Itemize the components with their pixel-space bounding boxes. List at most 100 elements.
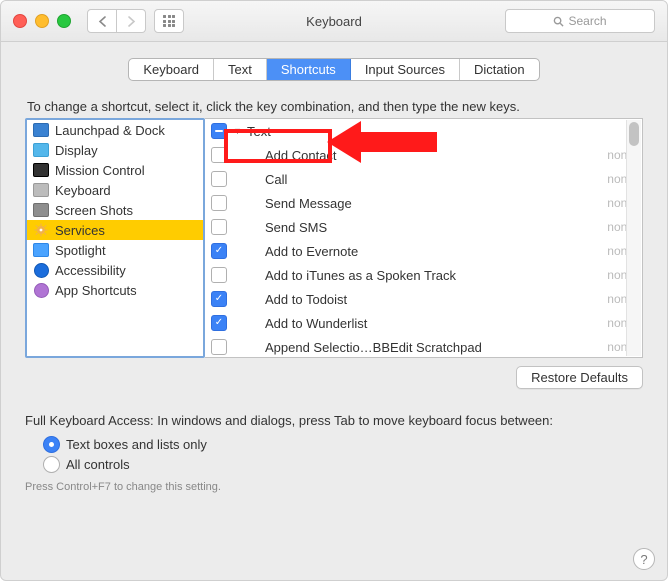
radio-text-boxes-only[interactable]: Text boxes and lists only: [43, 436, 643, 453]
category-list[interactable]: Launchpad & Dock Display Mission Control Ke…: [25, 118, 205, 358]
footer: Full Keyboard Access: In windows and dia…: [25, 413, 643, 493]
checkbox[interactable]: [211, 267, 227, 283]
category-label: Mission Control: [55, 163, 145, 178]
radio-icon: [43, 436, 60, 453]
checkbox-mixed[interactable]: [211, 123, 227, 139]
category-label: Screen Shots: [55, 203, 133, 218]
close-icon[interactable]: [13, 14, 27, 28]
shortcut-row[interactable]: Add to Todoistnone: [205, 287, 642, 311]
category-screen-shots[interactable]: Screen Shots: [27, 200, 203, 220]
shortcut-row[interactable]: Add to iTunes as a Spoken Tracknone: [205, 263, 642, 287]
shortcut-label: Send SMS: [265, 220, 590, 235]
shortcut-row[interactable]: Callnone: [205, 167, 642, 191]
checkbox[interactable]: [211, 339, 227, 355]
shortcut-label: Append Selectio…BBEdit Scratchpad: [265, 340, 590, 355]
shortcut-row[interactable]: Append Selectio…BBEdit Scratchpadnone: [205, 335, 642, 357]
shortcut-label: Add to Todoist: [265, 292, 590, 307]
category-keyboard[interactable]: Keyboard: [27, 180, 203, 200]
gear-icon: [33, 222, 49, 238]
category-label: Keyboard: [55, 183, 111, 198]
shortcut-label: Add to Evernote: [265, 244, 590, 259]
category-label: App Shortcuts: [55, 283, 137, 298]
tab-segmented-control: KeyboardTextShortcutsInput SourcesDictat…: [128, 58, 539, 81]
shortcut-label: Add to Wunderlist: [265, 316, 590, 331]
help-button[interactable]: ?: [633, 548, 655, 570]
shortcut-row[interactable]: Add Contactnone: [205, 143, 642, 167]
instruction-text: To change a shortcut, select it, click t…: [27, 99, 641, 114]
checkbox[interactable]: [211, 315, 227, 331]
tab-dictation[interactable]: Dictation: [460, 59, 539, 80]
shortcut-row[interactable]: Send Messagenone: [205, 191, 642, 215]
category-icon: [33, 242, 49, 258]
checkbox[interactable]: [211, 147, 227, 163]
tab-bar: KeyboardTextShortcutsInput SourcesDictat…: [1, 42, 667, 89]
category-icon: [33, 162, 49, 178]
category-icon: [33, 262, 49, 278]
category-icon: [33, 202, 49, 218]
checkbox[interactable]: [211, 219, 227, 235]
minimize-icon[interactable]: [35, 14, 49, 28]
category-accessibility[interactable]: Accessibility: [27, 260, 203, 280]
category-services[interactable]: Services: [27, 220, 203, 240]
checkbox[interactable]: [211, 291, 227, 307]
scrollbar-thumb[interactable]: [629, 122, 639, 146]
tab-shortcuts[interactable]: Shortcuts: [267, 59, 351, 80]
content-area: To change a shortcut, select it, click t…: [1, 89, 667, 501]
shortcut-label: Add to iTunes as a Spoken Track: [265, 268, 590, 283]
tab-input-sources[interactable]: Input Sources: [351, 59, 460, 80]
preferences-window: Keyboard Search KeyboardTextShortcutsInp…: [0, 0, 668, 581]
shortcut-label: Send Message: [265, 196, 590, 211]
shortcut-label: Call: [265, 172, 590, 187]
full-keyboard-access-label: Full Keyboard Access: In windows and dia…: [25, 413, 643, 428]
category-icon: [33, 142, 49, 158]
restore-defaults-button[interactable]: Restore Defaults: [516, 366, 643, 389]
panes: Launchpad & Dock Display Mission Control Ke…: [25, 118, 643, 358]
group-row-text[interactable]: ▼ Text: [205, 119, 642, 143]
search-placeholder: Search: [568, 14, 606, 28]
category-label: Display: [55, 143, 98, 158]
checkbox[interactable]: [211, 171, 227, 187]
radio-icon: [43, 456, 60, 473]
zoom-icon[interactable]: [57, 14, 71, 28]
nav-buttons: [87, 9, 146, 33]
shortcut-label: Add Contact: [265, 148, 590, 163]
category-spotlight[interactable]: Spotlight: [27, 240, 203, 260]
scrollbar[interactable]: [626, 120, 641, 356]
category-icon: [33, 122, 49, 138]
chevron-left-icon: [98, 16, 107, 27]
back-button[interactable]: [87, 9, 117, 33]
checkbox[interactable]: [211, 195, 227, 211]
category-label: Services: [55, 223, 105, 238]
radio-all-controls[interactable]: All controls: [43, 456, 643, 473]
category-label: Spotlight: [55, 243, 106, 258]
category-label: Launchpad & Dock: [55, 123, 165, 138]
shortcut-row[interactable]: Add to Wunderlistnone: [205, 311, 642, 335]
checkbox[interactable]: [211, 243, 227, 259]
category-app-shortcuts[interactable]: App Shortcuts: [27, 280, 203, 300]
group-label: Text: [247, 124, 634, 139]
category-label: Accessibility: [55, 263, 126, 278]
chevron-right-icon: [127, 16, 136, 27]
disclosure-triangle-icon[interactable]: ▼: [233, 126, 243, 136]
category-launchpad-dock[interactable]: Launchpad & Dock: [27, 120, 203, 140]
window-controls: [1, 14, 71, 28]
radio-label: Text boxes and lists only: [66, 437, 207, 452]
grid-icon: [163, 15, 175, 27]
hint-text: Press Control+F7 to change this setting.: [25, 481, 643, 493]
forward-button[interactable]: [117, 9, 146, 33]
radio-label: All controls: [66, 457, 130, 472]
tab-keyboard[interactable]: Keyboard: [129, 59, 214, 80]
category-icon: [33, 182, 49, 198]
titlebar: Keyboard Search: [1, 1, 667, 42]
shortcut-row[interactable]: Add to Evernotenone: [205, 239, 642, 263]
shortcut-list[interactable]: ▼TextAdd ContactnoneCallnoneSend Message…: [205, 118, 643, 358]
radio-group: Text boxes and lists only All controls: [43, 436, 643, 473]
category-icon: [33, 282, 49, 298]
tab-text[interactable]: Text: [214, 59, 267, 80]
category-display[interactable]: Display: [27, 140, 203, 160]
restore-row: Restore Defaults: [25, 366, 643, 389]
shortcut-row[interactable]: Send SMSnone: [205, 215, 642, 239]
category-mission-control[interactable]: Mission Control: [27, 160, 203, 180]
search-field[interactable]: Search: [505, 9, 655, 33]
show-all-button[interactable]: [154, 9, 184, 33]
